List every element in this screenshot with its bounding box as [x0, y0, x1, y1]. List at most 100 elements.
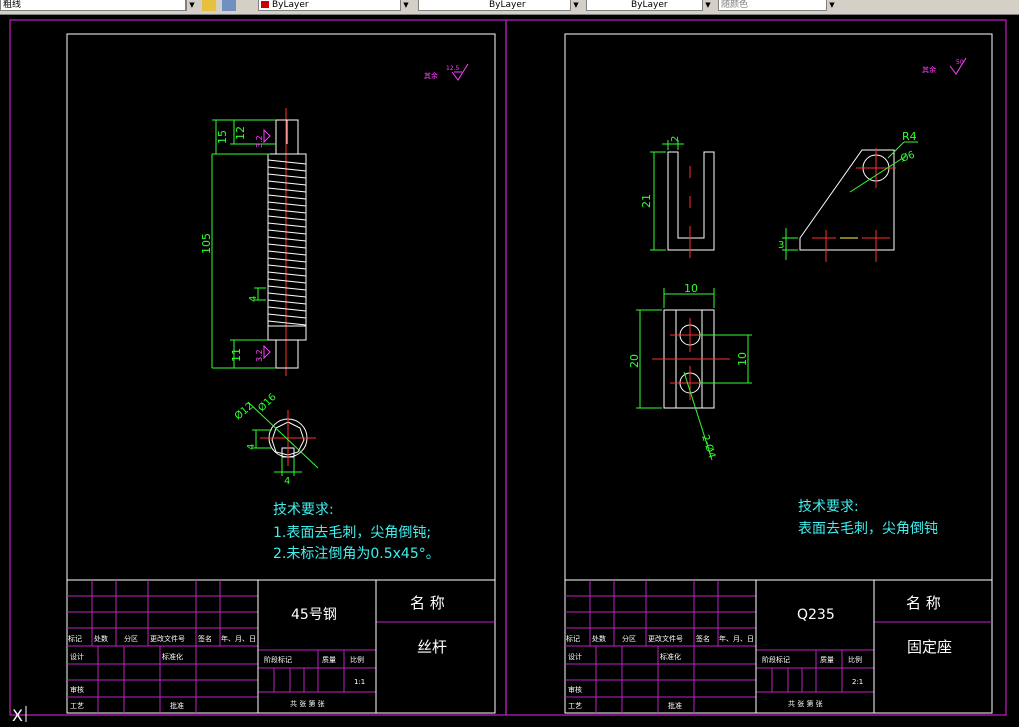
thread-line	[267, 306, 307, 312]
dim-holes: 2-Ø4	[699, 433, 718, 460]
color-value: ByLayer	[272, 0, 309, 10]
dim-phi16: Ø16	[256, 391, 279, 414]
thread-line	[267, 180, 307, 186]
dim-15: 15	[216, 130, 229, 144]
rough-mark-bottom-icon	[263, 344, 271, 360]
svg-text:2:1: 2:1	[852, 678, 863, 686]
thread-line	[267, 173, 307, 179]
bracket-dims	[782, 141, 918, 260]
svg-text:阶段标记: 阶段标记	[762, 655, 790, 664]
svg-text:处数: 处数	[94, 634, 108, 643]
layer-value: 粗线	[3, 0, 22, 10]
thread-line	[267, 313, 307, 319]
tech-line-2: 2.未标注倒角为0.5x45°。	[273, 546, 440, 562]
svg-text:比例: 比例	[350, 655, 364, 664]
tech-line-1: 1.表面去毛刺，尖角倒钝;	[273, 525, 431, 541]
plotstyle-dropdown-arrow[interactable]: ▼	[826, 0, 837, 11]
color-dropdown[interactable]: ByLayer	[258, 0, 408, 11]
thread-line	[267, 320, 307, 326]
thread-line	[267, 187, 307, 193]
lineweight-dropdown[interactable]: ByLayer	[586, 0, 710, 11]
svg-text:工艺: 工艺	[568, 702, 582, 710]
thread-line	[267, 264, 307, 270]
dim-key-width: 4	[284, 476, 290, 487]
sheet1-dimensions	[211, 119, 276, 369]
thread-line	[267, 159, 307, 165]
tech-line-2-1: 表面去毛刺，尖角倒钝	[798, 521, 938, 537]
dim-21: 21	[640, 194, 653, 208]
dim-4: 4	[248, 296, 259, 302]
rough-mark-top: 3.2	[255, 135, 264, 148]
linetype-dropdown-arrow[interactable]: ▼	[570, 0, 581, 11]
svg-text:标准化: 标准化	[660, 652, 681, 661]
svg-text:更改文件号: 更改文件号	[150, 634, 185, 643]
linetype-value: ByLayer	[489, 0, 526, 10]
svg-text:标记: 标记	[68, 634, 82, 643]
dim-12: 12	[234, 126, 247, 140]
sheet1-drawing: 其余 12.5 15 12 105 4 11 3.2 3.2 Ø16 Ø12 4…	[200, 63, 469, 562]
material-label: 45号钢	[291, 607, 337, 623]
svg-text:处数: 处数	[592, 634, 606, 643]
layers-manager-icon[interactable]	[222, 0, 236, 11]
dim-10-width: 10	[684, 282, 698, 295]
roughness-value: 12.5	[446, 65, 460, 72]
section-dimensions	[247, 401, 319, 476]
dim-105: 105	[200, 233, 213, 254]
dim-2: 2	[670, 136, 681, 142]
svg-text:设计: 设计	[568, 652, 582, 661]
plotstyle-value: 随颜色	[721, 0, 749, 10]
plotstyle-dropdown[interactable]: 随颜色	[718, 0, 832, 11]
thread-line	[267, 285, 307, 291]
svg-text:比例: 比例	[848, 655, 862, 664]
thread-line	[267, 243, 307, 249]
svg-text:共 张 第 张: 共 张 第 张	[788, 699, 823, 708]
svg-text:设计: 设计	[70, 652, 84, 661]
layer-dropdown[interactable]: 粗线	[0, 0, 186, 11]
properties-toolbar: 粗线 ▼ ByLayer ▼ ByLayer ▼ ByLayer ▼ 随颜色 ▼	[0, 0, 1019, 15]
dim-3: 3	[778, 240, 784, 251]
roughness-note: 其余	[424, 71, 438, 80]
rough-mark-top-icon	[263, 128, 271, 144]
color-dropdown-arrow[interactable]: ▼	[400, 0, 411, 11]
svg-text:年、月、日: 年、月、日	[719, 634, 754, 643]
drawing-canvas[interactable]: 其余 12.5 15 12 105 4 11 3.2 3.2 Ø16 Ø12 4…	[0, 14, 1019, 727]
svg-text:批准: 批准	[668, 701, 682, 710]
name-label-2: 名 称	[906, 594, 941, 612]
dim-10-spacing: 10	[736, 352, 749, 366]
tech-requirements-title: 技术要求:	[273, 502, 334, 518]
thread-line	[267, 292, 307, 298]
svg-text:分区: 分区	[622, 634, 636, 643]
svg-text:标记: 标记	[566, 634, 580, 643]
color-swatch-icon	[261, 1, 269, 8]
thread-line	[267, 208, 307, 214]
svg-text:审核: 审核	[568, 685, 582, 694]
layer-state-icon[interactable]	[202, 0, 216, 11]
thread-line	[267, 271, 307, 277]
thread-line	[267, 229, 307, 235]
rough-mark-bottom: 3.2	[255, 349, 264, 362]
thread-line	[267, 257, 307, 263]
thread-line	[267, 278, 307, 284]
lineweight-dropdown-arrow[interactable]: ▼	[702, 0, 713, 11]
thread-line	[267, 250, 307, 256]
dim-key-depth: 4	[246, 444, 257, 450]
svg-text:分区: 分区	[124, 634, 138, 643]
svg-text:共 张 第 张: 共 张 第 张	[290, 699, 325, 708]
thread-line	[267, 299, 307, 305]
svg-text:审核: 审核	[70, 685, 84, 694]
material-label-2: Q235	[797, 607, 835, 623]
dim-20: 20	[628, 354, 641, 368]
svg-text:批准: 批准	[170, 701, 184, 710]
thread-line	[267, 201, 307, 207]
thread-line	[267, 194, 307, 200]
linetype-dropdown[interactable]: ByLayer	[418, 0, 578, 11]
dim-phi12: Ø12	[232, 400, 256, 422]
shaft-bottom-end	[275, 339, 299, 369]
dim-phi6: Ø6	[899, 149, 916, 165]
svg-text:签名: 签名	[696, 634, 710, 643]
layer-dropdown-arrow[interactable]: ▼	[186, 0, 197, 11]
bracket-outline	[799, 149, 895, 251]
u-channel-outline	[667, 151, 715, 251]
shaft-collar	[267, 325, 307, 341]
svg-text:质量: 质量	[322, 655, 336, 664]
